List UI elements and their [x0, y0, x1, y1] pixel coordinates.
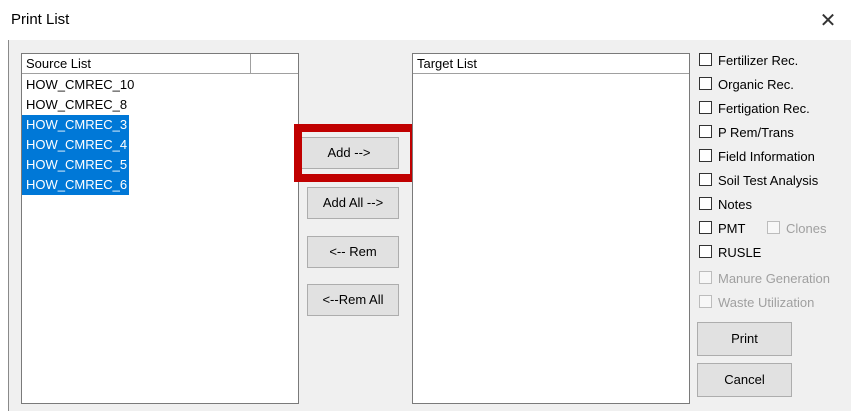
option-soil-test-analysis-checkbox[interactable]: Soil Test Analysis: [699, 171, 818, 191]
remove-all-button[interactable]: <--Rem All: [307, 284, 399, 316]
checkbox-box[interactable]: [699, 271, 712, 285]
print-list-dialog: Print List ✕ Source List HOW_CMREC_10 HOW…: [0, 0, 851, 411]
source-list-item[interactable]: HOW_CMREC_3: [22, 115, 130, 135]
checkbox-box[interactable]: [699, 173, 712, 187]
source-list-item[interactable]: HOW_CMREC_6: [22, 175, 130, 195]
source-list-column-header-empty[interactable]: [251, 54, 298, 73]
checkbox-label: Organic Rec.: [718, 77, 794, 92]
remove-button[interactable]: <-- Rem: [307, 236, 399, 268]
source-list-item[interactable]: HOW_CMREC_5: [22, 155, 130, 175]
clones-checkbox-box[interactable]: [767, 221, 780, 235]
option-fertilizer-rec-checkbox[interactable]: Fertilizer Rec.: [699, 51, 798, 71]
option-field-information-checkbox[interactable]: Field Information: [699, 147, 815, 167]
cancel-button-label: Cancel: [724, 372, 765, 387]
checkbox-box[interactable]: [699, 245, 712, 259]
close-icon[interactable]: ✕: [813, 6, 843, 36]
clones-checkbox-label: Clones: [786, 221, 827, 236]
option-organic-rec-checkbox[interactable]: Organic Rec.: [699, 75, 794, 95]
checkbox-box[interactable]: [699, 221, 712, 235]
add-all-button-label: Add All -->: [322, 195, 384, 210]
option-waste-utilization-checkbox[interactable]: Waste Utilization: [699, 293, 814, 313]
checkbox-label: RUSLE: [718, 245, 762, 260]
clones-checkbox[interactable]: Clones: [767, 219, 826, 239]
print-button-label: Print: [731, 331, 758, 346]
option-fertigation-rec-checkbox[interactable]: Fertigation Rec.: [699, 99, 810, 119]
add-all-button[interactable]: Add All -->: [307, 187, 399, 219]
dialog-client-area: Source List HOW_CMREC_10 HOW_CMREC_8 HOW_C…: [8, 40, 851, 411]
option-p-rem-trans-checkbox[interactable]: P Rem/Trans: [699, 123, 794, 143]
checkbox-box[interactable]: [699, 101, 712, 115]
checkbox-box[interactable]: [699, 125, 712, 139]
target-list[interactable]: Target List: [412, 53, 690, 404]
checkbox-label: Fertilizer Rec.: [718, 53, 799, 68]
source-list-items: HOW_CMREC_10 HOW_CMREC_8 HOW_CMREC_3 HOW_CM…: [22, 75, 298, 195]
checkbox-label: Soil Test Analysis: [718, 173, 819, 188]
checkbox-label: Fertigation Rec.: [718, 101, 810, 116]
dialog-title: Print List: [11, 11, 70, 28]
remove-all-button-label: <--Rem All: [322, 292, 384, 307]
option-pmt-checkbox[interactable]: PMT: [699, 219, 745, 239]
print-button[interactable]: Print: [697, 322, 792, 356]
annotation-highlight-box: [294, 124, 418, 182]
option-rusle-checkbox[interactable]: RUSLE: [699, 243, 761, 263]
checkbox-label: PMT: [718, 221, 746, 236]
cancel-button[interactable]: Cancel: [697, 363, 792, 397]
checkbox-box[interactable]: [699, 53, 712, 67]
checkbox-label: Manure Generation: [718, 271, 831, 286]
source-list-header: Source List: [22, 54, 298, 74]
source-list-item[interactable]: HOW_CMREC_10: [22, 75, 136, 95]
checkbox-label: Waste Utilization: [718, 295, 815, 310]
checkbox-box[interactable]: [699, 149, 712, 163]
checkbox-label: Field Information: [718, 149, 815, 164]
checkbox-label: P Rem/Trans: [718, 125, 794, 140]
target-list-column-header[interactable]: Target List: [413, 54, 689, 73]
remove-button-label: <-- Rem: [329, 244, 377, 259]
source-list-item[interactable]: HOW_CMREC_4: [22, 135, 130, 155]
source-list-column-header[interactable]: Source List: [22, 54, 251, 73]
checkbox-box[interactable]: [699, 295, 712, 309]
source-list-item[interactable]: HOW_CMREC_8: [22, 95, 129, 115]
checkbox-box[interactable]: [699, 77, 712, 91]
checkbox-box[interactable]: [699, 197, 712, 211]
checkbox-label: Notes: [718, 197, 752, 212]
target-list-header: Target List: [413, 54, 689, 74]
option-manure-generation-checkbox[interactable]: Manure Generation: [699, 269, 830, 289]
title-bar: Print List ✕: [0, 0, 851, 40]
source-list[interactable]: Source List HOW_CMREC_10 HOW_CMREC_8 HOW_C…: [21, 53, 299, 404]
option-notes-checkbox[interactable]: Notes: [699, 195, 752, 215]
